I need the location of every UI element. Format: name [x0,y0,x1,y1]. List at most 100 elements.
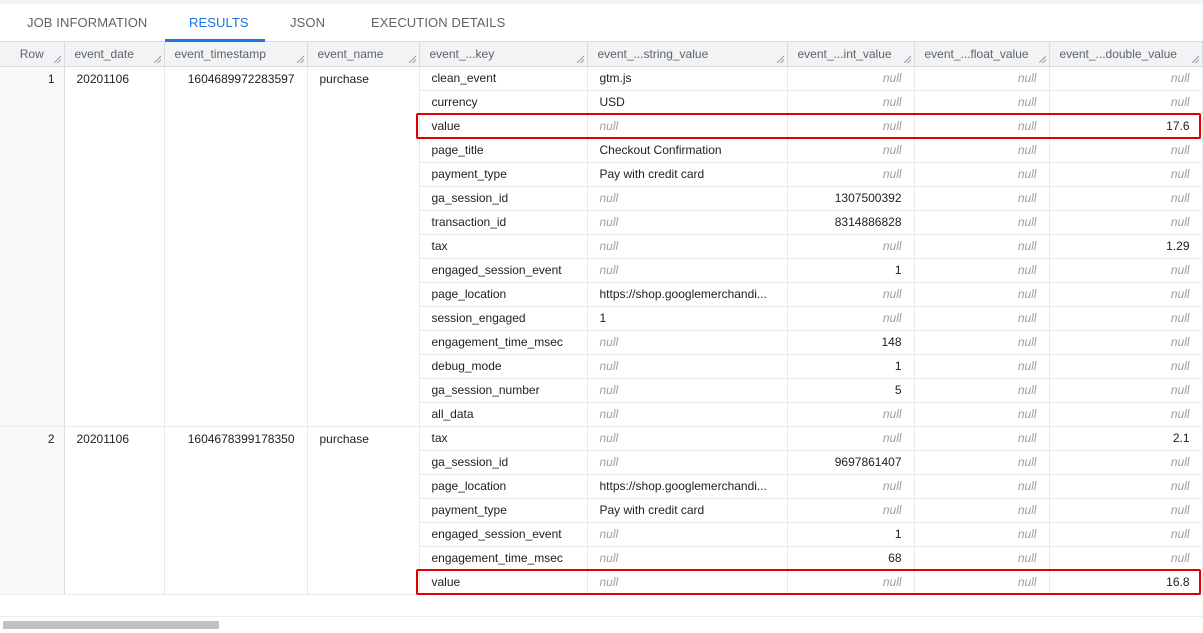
int-value-cell[interactable]: 1 [787,354,915,379]
float-value-cell[interactable]: null [914,330,1050,355]
double-value-cell[interactable]: null [1049,474,1203,499]
int-value-cell[interactable]: 148 [787,330,915,355]
double-value-cell[interactable]: 16.8 [1049,570,1203,595]
param-key-cell[interactable]: engagement_time_msec [419,330,588,355]
double-value-cell[interactable]: null [1049,90,1203,115]
column-resize-handle[interactable] [53,55,61,63]
string-value-cell[interactable]: null [587,450,788,475]
int-value-cell[interactable]: null [787,474,915,499]
column-resize-handle[interactable] [296,55,304,63]
column-header-row[interactable]: Row [0,42,65,67]
param-key-cell[interactable]: tax [419,425,588,451]
horizontal-scrollbar[interactable] [0,616,1203,633]
string-value-cell[interactable]: null [587,522,788,547]
string-value-cell[interactable]: https://shop.googlemerchandi... [587,474,788,499]
string-value-cell[interactable]: null [587,378,788,403]
param-key-cell[interactable]: tax [419,234,588,259]
float-value-cell[interactable]: null [914,474,1050,499]
param-key-cell[interactable]: clean_event [419,65,588,91]
event-timestamp-cell[interactable]: 1604689972283597 [164,65,308,427]
double-value-cell[interactable]: null [1049,258,1203,283]
column-resize-handle[interactable] [1038,55,1046,63]
double-value-cell[interactable]: null [1049,282,1203,307]
int-value-cell[interactable]: 1 [787,522,915,547]
double-value-cell[interactable]: 2.1 [1049,425,1203,451]
float-value-cell[interactable]: null [914,425,1050,451]
string-value-cell[interactable]: gtm.js [587,65,788,91]
string-value-cell[interactable]: USD [587,90,788,115]
double-value-cell[interactable]: null [1049,306,1203,331]
float-value-cell[interactable]: null [914,570,1050,595]
column-header-event-date[interactable]: event_date [64,42,165,67]
double-value-cell[interactable]: null [1049,138,1203,163]
string-value-cell[interactable]: null [587,354,788,379]
param-key-cell[interactable]: page_location [419,282,588,307]
column-resize-handle[interactable] [153,55,161,63]
string-value-cell[interactable]: null [587,114,788,139]
column-resize-handle[interactable] [576,55,584,63]
string-value-cell[interactable]: null [587,546,788,571]
param-key-cell[interactable]: value [419,570,588,595]
results-grid[interactable]: Row event_date event_timestamp event_nam… [0,42,1203,616]
int-value-cell[interactable]: null [787,425,915,451]
tab-execution-details[interactable]: EXECUTION DETAILS [371,15,505,30]
event-timestamp-cell[interactable]: 1604678399178350 [164,425,308,595]
string-value-cell[interactable]: null [587,234,788,259]
float-value-cell[interactable]: null [914,114,1050,139]
param-key-cell[interactable]: ga_session_id [419,450,588,475]
double-value-cell[interactable]: null [1049,162,1203,187]
param-key-cell[interactable]: session_engaged [419,306,588,331]
double-value-cell[interactable]: null [1049,546,1203,571]
scrollbar-thumb[interactable] [3,621,219,629]
int-value-cell[interactable]: 8314886828 [787,210,915,235]
tab-results[interactable]: RESULTS [189,15,249,30]
column-resize-handle[interactable] [1191,55,1199,63]
tab-json[interactable]: JSON [290,15,325,30]
string-value-cell[interactable]: Checkout Confirmation [587,138,788,163]
int-value-cell[interactable]: null [787,498,915,523]
int-value-cell[interactable]: null [787,282,915,307]
float-value-cell[interactable]: null [914,65,1050,91]
float-value-cell[interactable]: null [914,546,1050,571]
double-value-cell[interactable]: null [1049,498,1203,523]
float-value-cell[interactable]: null [914,402,1050,427]
param-key-cell[interactable]: transaction_id [419,210,588,235]
float-value-cell[interactable]: null [914,282,1050,307]
param-key-cell[interactable]: payment_type [419,162,588,187]
int-value-cell[interactable]: null [787,114,915,139]
float-value-cell[interactable]: null [914,258,1050,283]
column-resize-handle[interactable] [408,55,416,63]
param-key-cell[interactable]: engaged_session_event [419,522,588,547]
param-key-cell[interactable]: debug_mode [419,354,588,379]
param-key-cell[interactable]: currency [419,90,588,115]
float-value-cell[interactable]: null [914,522,1050,547]
int-value-cell[interactable]: null [787,90,915,115]
param-key-cell[interactable]: value [419,114,588,139]
event-name-cell[interactable]: purchase [307,65,420,427]
row-number-cell[interactable]: 1 [0,65,65,427]
int-value-cell[interactable]: null [787,138,915,163]
column-header-double-value[interactable]: event_...double_value [1049,42,1203,67]
column-resize-handle[interactable] [903,55,911,63]
double-value-cell[interactable]: null [1049,330,1203,355]
param-key-cell[interactable]: payment_type [419,498,588,523]
column-header-string-value[interactable]: event_...string_value [587,42,788,67]
column-header-event-timestamp[interactable]: event_timestamp [164,42,308,67]
column-header-int-value[interactable]: event_...int_value [787,42,915,67]
double-value-cell[interactable]: null [1049,522,1203,547]
float-value-cell[interactable]: null [914,90,1050,115]
param-key-cell[interactable]: engaged_session_event [419,258,588,283]
event-name-cell[interactable]: purchase [307,425,420,595]
string-value-cell[interactable]: null [587,425,788,451]
float-value-cell[interactable]: null [914,210,1050,235]
int-value-cell[interactable]: 5 [787,378,915,403]
int-value-cell[interactable]: 1 [787,258,915,283]
string-value-cell[interactable]: Pay with credit card [587,498,788,523]
column-header-float-value[interactable]: event_...float_value [914,42,1050,67]
tab-job-information[interactable]: JOB INFORMATION [27,15,147,30]
string-value-cell[interactable]: null [587,186,788,211]
param-key-cell[interactable]: all_data [419,402,588,427]
int-value-cell[interactable]: null [787,234,915,259]
int-value-cell[interactable]: null [787,306,915,331]
int-value-cell[interactable]: null [787,65,915,91]
